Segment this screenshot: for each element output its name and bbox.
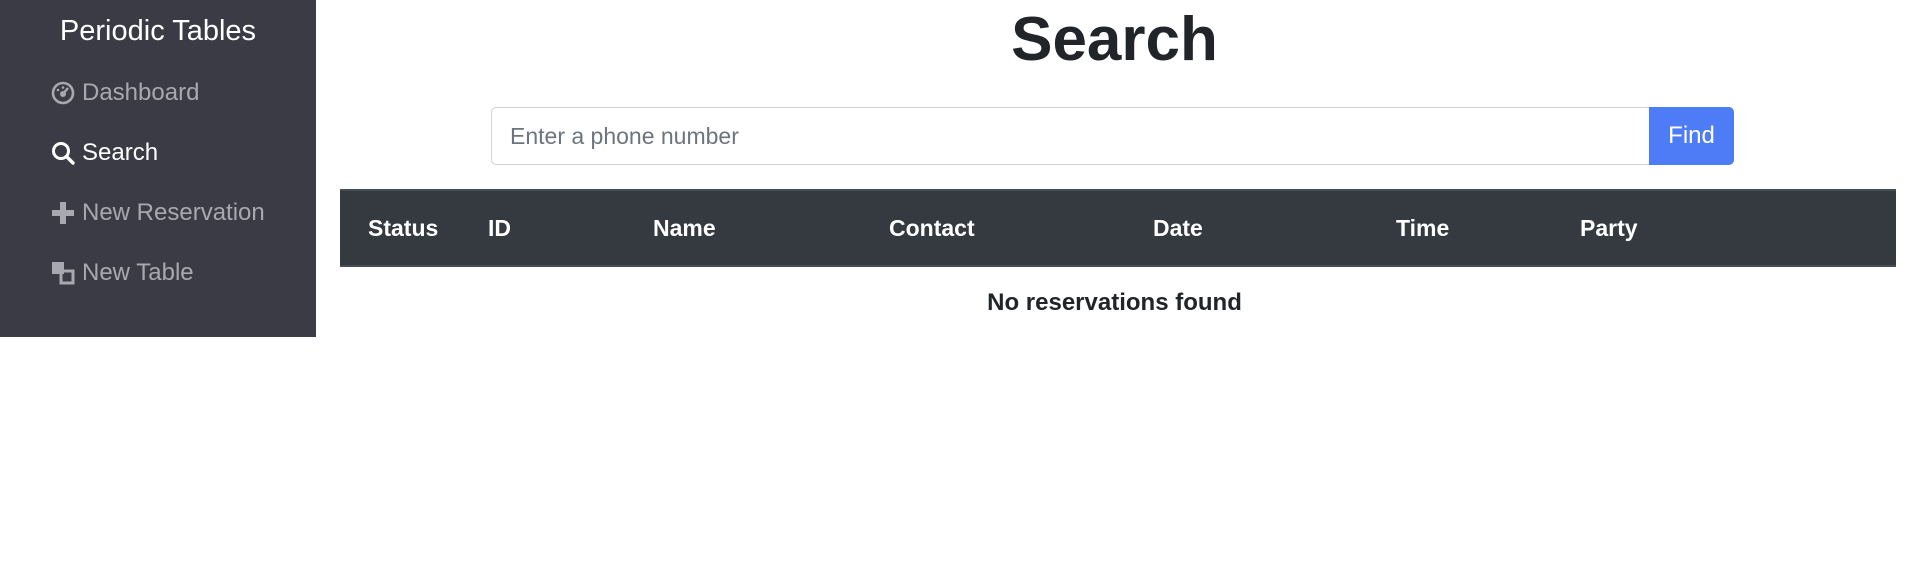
sidebar-item-new-reservation[interactable]: New Reservation [50, 195, 265, 231]
find-button[interactable]: Find [1649, 107, 1734, 165]
sidebar: Periodic Tables Dashboard Search New Res… [0, 0, 316, 337]
plus-icon [50, 200, 76, 226]
page-title: Search [1011, 5, 1218, 74]
sidebar-item-label: Dashboard [82, 79, 200, 106]
sidebar-item-label: New Table [82, 259, 194, 286]
search-icon [50, 140, 76, 166]
column-header-status: Status [340, 189, 488, 267]
app-brand[interactable]: Periodic Tables [0, 10, 316, 52]
phone-search-input[interactable] [491, 107, 1649, 165]
column-header-date: Date [1153, 189, 1396, 267]
sidebar-item-label: Search [82, 139, 159, 166]
search-form: Find [491, 107, 1734, 165]
column-header-time: Time [1396, 189, 1580, 267]
sidebar-item-search[interactable]: Search [50, 135, 158, 171]
sidebar-item-dashboard[interactable]: Dashboard [50, 75, 199, 111]
sidebar-item-label: New Reservation [82, 199, 265, 226]
table-header-row: Status ID Name Contact Date Time Party [340, 189, 1896, 267]
column-header-id: ID [488, 189, 653, 267]
column-header-contact: Contact [889, 189, 1153, 267]
reservations-table: Status ID Name Contact Date Time Party [340, 189, 1896, 267]
dashboard-icon [50, 80, 76, 106]
column-header-name: Name [653, 189, 889, 267]
column-header-party: Party [1580, 189, 1896, 267]
layers-icon [50, 260, 76, 286]
main-content: Search Find Status ID Name Contact Date … [316, 0, 1913, 573]
empty-results-message: No reservations found [987, 289, 1242, 316]
sidebar-item-new-table[interactable]: New Table [50, 255, 194, 291]
